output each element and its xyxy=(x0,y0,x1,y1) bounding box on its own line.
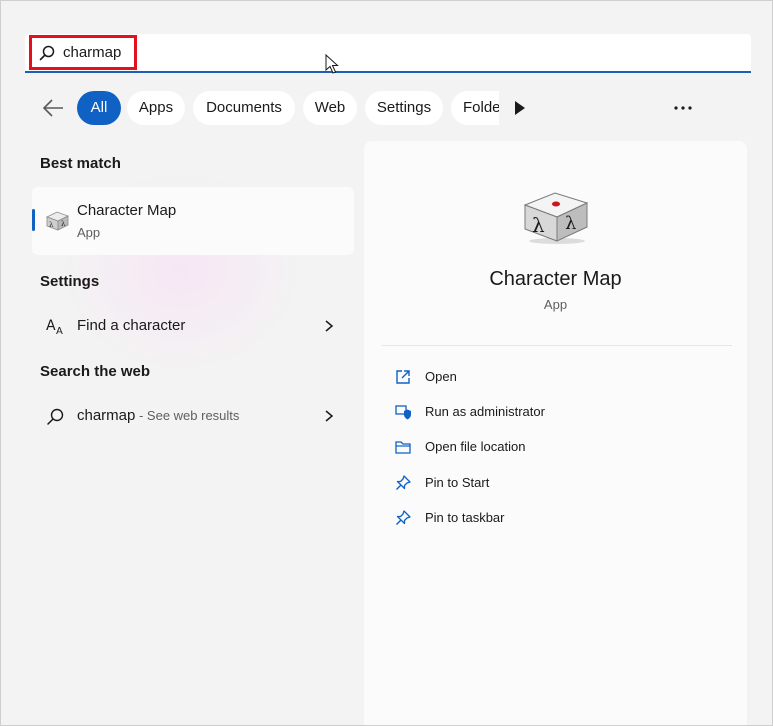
shield-icon xyxy=(395,405,411,420)
web-suffix: - See web results xyxy=(135,408,240,423)
result-name: Character Map xyxy=(77,202,177,219)
open-external-icon xyxy=(396,370,410,384)
best-match-result[interactable]: λ λ Character Map App xyxy=(32,187,354,255)
back-arrow-icon[interactable] xyxy=(41,97,65,119)
search-bar[interactable] xyxy=(25,34,751,73)
filter-documents[interactable]: Documents xyxy=(193,91,295,125)
settings-result-find-character[interactable]: A A Find a character xyxy=(32,306,354,346)
details-app-type: App xyxy=(543,297,568,312)
mouse-cursor-icon xyxy=(325,54,339,74)
svg-text:λ: λ xyxy=(61,220,66,228)
action-label: Run as administrator xyxy=(425,404,545,419)
settings-heading: Settings xyxy=(40,273,100,290)
web-search-result[interactable]: charmap - See web results xyxy=(32,396,354,436)
svg-text:A: A xyxy=(56,326,63,335)
chevron-right-icon xyxy=(325,410,334,422)
action-run-as-administrator[interactable]: Run as administrator xyxy=(384,396,724,428)
pin-icon xyxy=(396,475,411,490)
details-panel: λ λ Character Map App Open Run as admini… xyxy=(364,141,747,725)
best-match-heading: Best match xyxy=(40,155,121,172)
pin-icon xyxy=(396,510,411,525)
selection-indicator xyxy=(32,209,35,231)
action-label: Open file location xyxy=(425,439,526,454)
more-options-icon[interactable] xyxy=(669,97,697,119)
scroll-right-icon[interactable] xyxy=(513,100,527,116)
result-type: App xyxy=(77,225,101,240)
details-app-name: Character Map xyxy=(489,268,622,290)
start-search-window: All Apps Documents Web Settings Folders … xyxy=(0,0,773,726)
svg-text:A: A xyxy=(46,318,56,334)
action-pin-to-taskbar[interactable]: Pin to taskbar xyxy=(384,502,724,534)
action-pin-to-start[interactable]: Pin to Start xyxy=(384,467,724,499)
filter-settings[interactable]: Settings xyxy=(365,91,443,125)
search-input[interactable] xyxy=(63,40,363,64)
svg-text:λ: λ xyxy=(565,213,576,234)
action-open[interactable]: Open xyxy=(384,361,724,393)
svg-text:λ: λ xyxy=(49,221,54,229)
filter-folders[interactable]: Folders xyxy=(451,91,499,125)
character-map-icon: λ λ xyxy=(523,192,589,244)
search-web-heading: Search the web xyxy=(40,363,151,380)
action-open-file-location[interactable]: Open file location xyxy=(384,431,724,463)
web-query: charmap xyxy=(77,407,136,424)
folder-icon xyxy=(395,441,411,454)
font-size-icon: A A xyxy=(46,318,63,335)
filter-apps[interactable]: Apps xyxy=(127,91,185,125)
search-icon xyxy=(39,45,55,61)
action-label: Pin to taskbar xyxy=(425,510,505,525)
divider xyxy=(382,345,732,346)
action-label: Open xyxy=(425,369,457,384)
settings-item-label: Find a character xyxy=(77,317,186,334)
action-label: Pin to Start xyxy=(425,475,490,490)
character-map-icon: λ λ xyxy=(45,211,70,231)
chevron-right-icon xyxy=(325,320,334,332)
svg-text:λ: λ xyxy=(532,213,545,237)
filter-web[interactable]: Web xyxy=(303,91,357,125)
search-icon xyxy=(47,408,64,425)
web-search-label: charmap - See web results xyxy=(77,407,239,424)
filter-all[interactable]: All xyxy=(77,91,121,125)
